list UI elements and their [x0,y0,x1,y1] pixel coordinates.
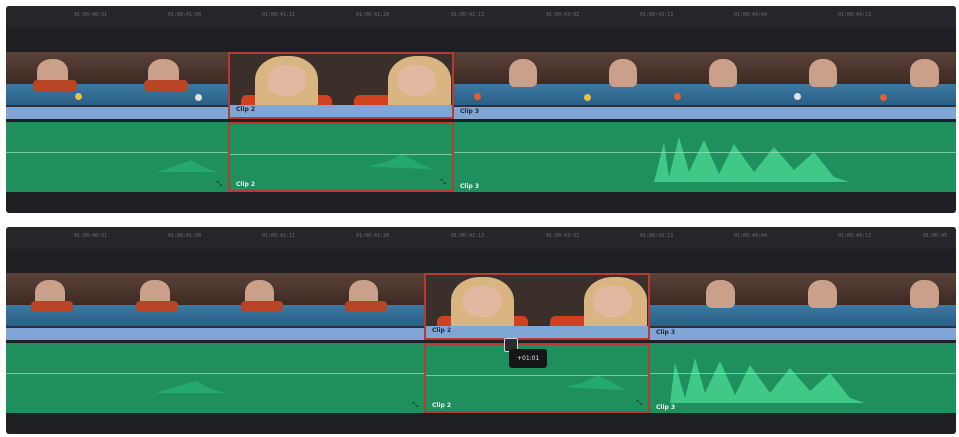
clip-thumbnail [539,275,648,328]
ruler-tick: 01:00:43:02 [546,12,580,18]
video-track: Clip 2 Clip 3 [6,273,956,340]
clip-thumbnail [111,273,216,326]
ruler-tick: 01:00:40:51 [74,233,108,239]
timecode-ruler[interactable]: 01:00:40:51 01:00:41:00 01:00:41:11 01:0… [6,227,956,249]
video-clip-1[interactable] [6,52,228,119]
clip-thumbnail [854,273,956,326]
ruler-tick: 01:00:41:00 [168,233,202,239]
waveform [654,137,849,182]
keyframe-icon[interactable]: ⤡ [440,178,446,187]
keyframe-icon[interactable]: ⤡ [412,401,418,410]
ruler-tick: 01:00:43:13 [640,233,674,239]
ruler-tick: 01:00:41:11 [262,12,296,18]
ruler-tick: 01:00:41:11 [262,233,296,239]
clip-thumbnail [230,54,343,107]
audio-clip-label: Clip 2 [236,181,256,188]
timecode-ruler[interactable]: 01:00:40:51 01:00:41:00 01:00:41:11 01:0… [6,6,956,28]
clip-thumbnail [117,52,228,105]
audio-clip-label: Clip 2 [432,402,452,409]
waveform [367,154,432,170]
clip-thumbnail [754,52,854,105]
ruler-tick: 01:00:41:00 [168,12,202,18]
audio-clip-label: Clip 3 [656,404,676,411]
ruler-tick: 01:00:43:02 [546,233,580,239]
audio-track: ⤡ Clip 2 ⤡ Clip 3 [6,343,956,413]
clip-thumbnail [654,52,754,105]
trim-offset-tooltip: +01:01 [509,349,548,368]
clip-thumbnail [752,273,854,326]
ruler-tick: 01:00:45 [923,233,948,239]
audio-clip-2[interactable]: Clip 2 ⤡ [228,122,454,192]
ruler-tick: 01:00:42:13 [451,233,485,239]
ruler-tick: 01:00:41:20 [356,233,390,239]
clip-thumbnail [6,52,117,105]
video-clip-2[interactable]: Clip 2 [228,52,454,119]
ruler-tick: 01:00:43:13 [640,12,674,18]
video-clip-3[interactable]: Clip 3 [454,52,956,119]
audio-clip-3[interactable]: Clip 3 [650,343,956,413]
clip-label: Clip 2 [236,106,256,113]
waveform [670,358,865,403]
clip-label: Clip 3 [656,329,676,336]
clip-thumbnail [554,52,654,105]
video-clip-2[interactable]: Clip 2 [424,273,650,340]
audio-clip-3[interactable]: Clip 3 [454,122,956,192]
video-track: Clip 2 Clip 3 [6,52,956,119]
waveform [156,381,226,393]
ruler-tick: 01:00:44:13 [838,12,872,18]
clip-thumbnail [454,52,554,105]
clip-label: Clip 3 [460,108,480,115]
ruler-tick: 01:00:41:20 [356,12,390,18]
timeline-panel-before: 01:00:40:51 01:00:41:00 01:00:41:11 01:0… [6,6,956,213]
waveform [156,160,216,172]
ruler-tick: 01:00:40:51 [74,12,108,18]
audio-track: ⤡ Clip 2 ⤡ Clip 3 [6,122,956,192]
clip-thumbnail [854,52,956,105]
ruler-tick: 01:00:44:13 [838,233,872,239]
audio-clip-1[interactable]: ⤡ [6,343,424,413]
ruler-tick: 01:00:44:04 [734,233,768,239]
clip-thumbnail [216,273,320,326]
ruler-tick: 01:00:44:04 [734,12,768,18]
ruler-tick: 01:00:42:13 [451,12,485,18]
video-clip-3[interactable]: Clip 3 [650,273,956,340]
clip-thumbnail [343,54,452,107]
audio-clip-1[interactable]: ⤡ [6,122,228,192]
audio-clip-label: Clip 3 [460,183,480,190]
keyframe-icon[interactable]: ⤡ [636,399,642,408]
clip-thumbnail [320,273,424,326]
clip-thumbnail [6,273,111,326]
video-clip-1[interactable] [6,273,424,340]
clip-thumbnail [650,273,752,326]
clip-thumbnail [426,275,539,328]
clip-label: Clip 2 [432,327,452,334]
timeline-panel-after: 01:00:40:51 01:00:41:00 01:00:41:11 01:0… [6,227,956,434]
keyframe-icon[interactable]: ⤡ [216,180,222,189]
